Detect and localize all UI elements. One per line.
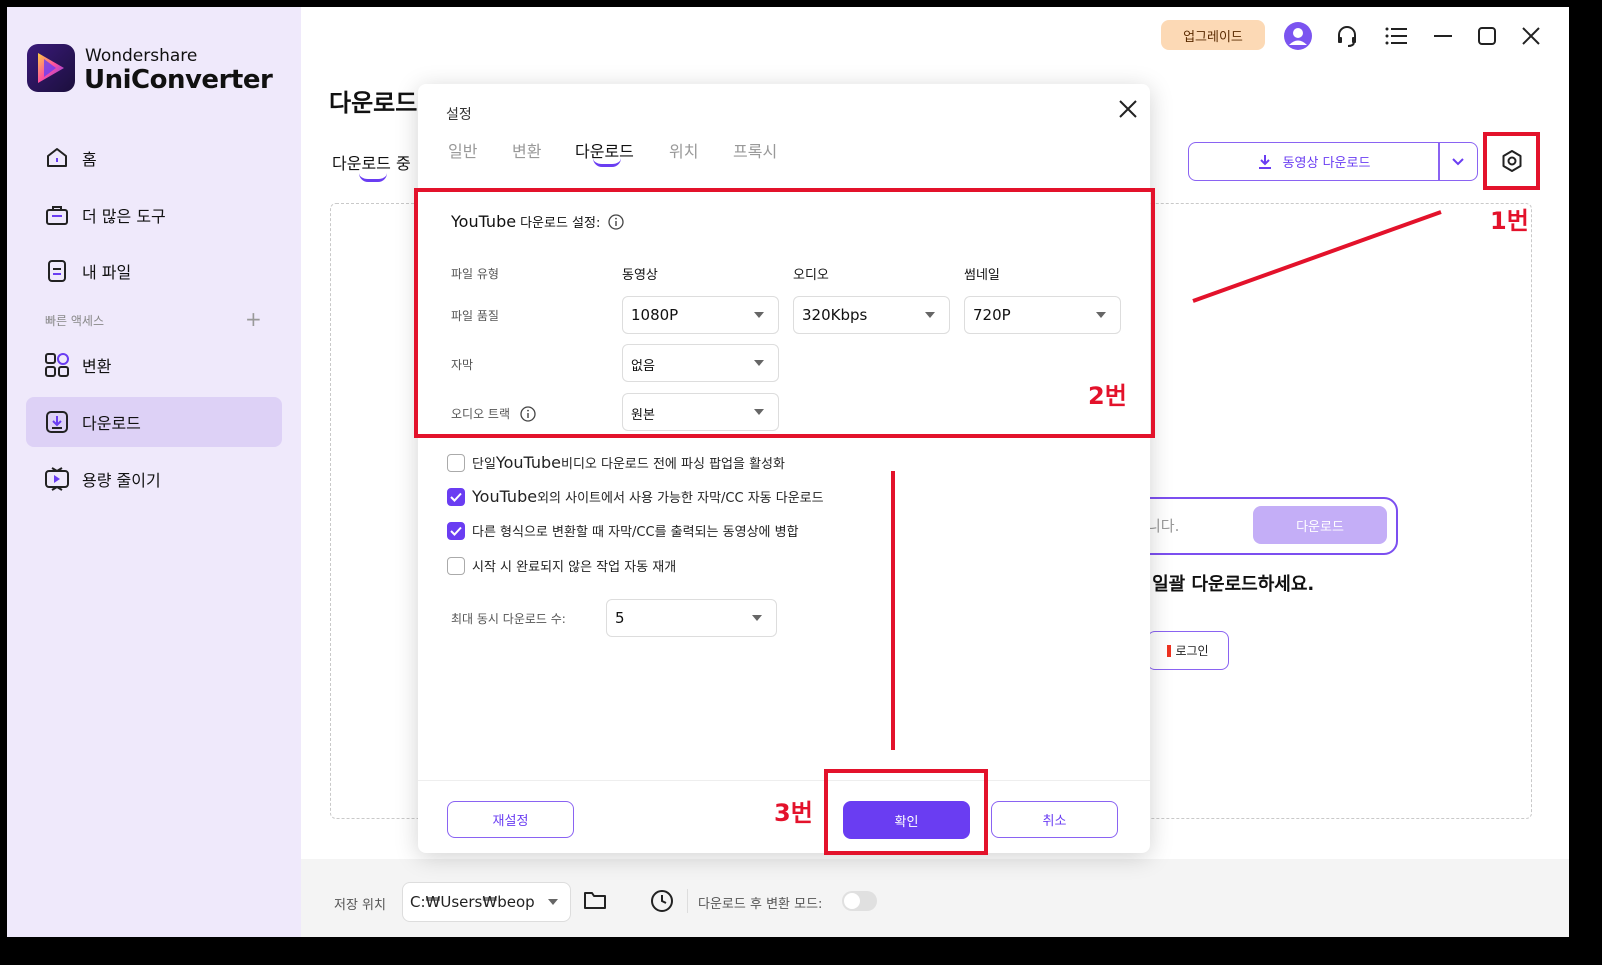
annotation-line-1 xyxy=(1192,210,1442,303)
app-window: Wondershare UniConverter 홈 더 많은 도구 내 파일 … xyxy=(7,7,1569,937)
annotation-lines xyxy=(891,210,1442,750)
